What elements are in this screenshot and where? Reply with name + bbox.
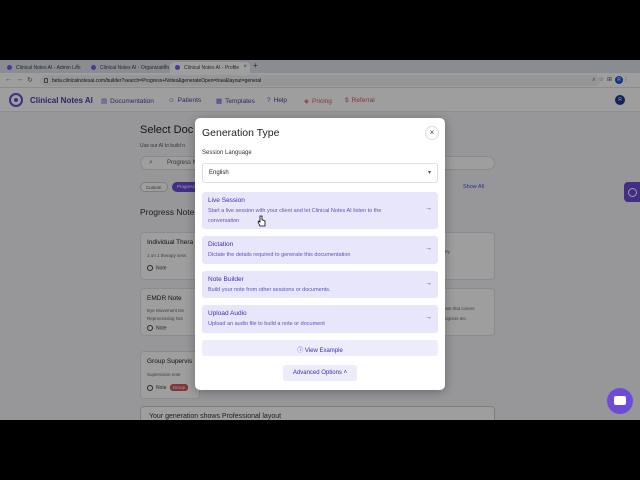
chevron-down-icon: ▾ bbox=[427, 170, 431, 176]
arrow-right-icon: → bbox=[425, 280, 432, 287]
option-dictation[interactable]: Dictation Dictate the details required t… bbox=[202, 236, 438, 264]
session-language-label: Session Language bbox=[202, 150, 252, 156]
advanced-options-button[interactable]: Advanced Options ˄ bbox=[283, 365, 357, 381]
hand-cursor-icon bbox=[257, 215, 266, 227]
generation-type-modal: Generation Type × Session Language Engli… bbox=[195, 118, 445, 390]
session-language-select[interactable]: English ▾ bbox=[202, 163, 438, 183]
option-live-session[interactable]: Live Session Start a live session with y… bbox=[202, 192, 438, 229]
arrow-right-icon: → bbox=[425, 205, 432, 212]
chat-support-button[interactable] bbox=[607, 388, 633, 414]
arrow-right-icon: → bbox=[425, 245, 432, 252]
arrow-right-icon: → bbox=[425, 314, 432, 321]
view-example-button[interactable]: ⓘ View Example bbox=[202, 340, 438, 356]
chevron-up-icon: ˄ bbox=[341, 370, 348, 376]
close-icon[interactable]: × bbox=[425, 126, 439, 140]
option-upload-audio[interactable]: Upload Audio Upload an audio file to bui… bbox=[202, 305, 438, 333]
option-note-builder[interactable]: Note Builder Build your note from other … bbox=[202, 271, 438, 298]
help-circle-icon: ⓘ bbox=[297, 348, 305, 354]
modal-title: Generation Type bbox=[202, 127, 280, 139]
